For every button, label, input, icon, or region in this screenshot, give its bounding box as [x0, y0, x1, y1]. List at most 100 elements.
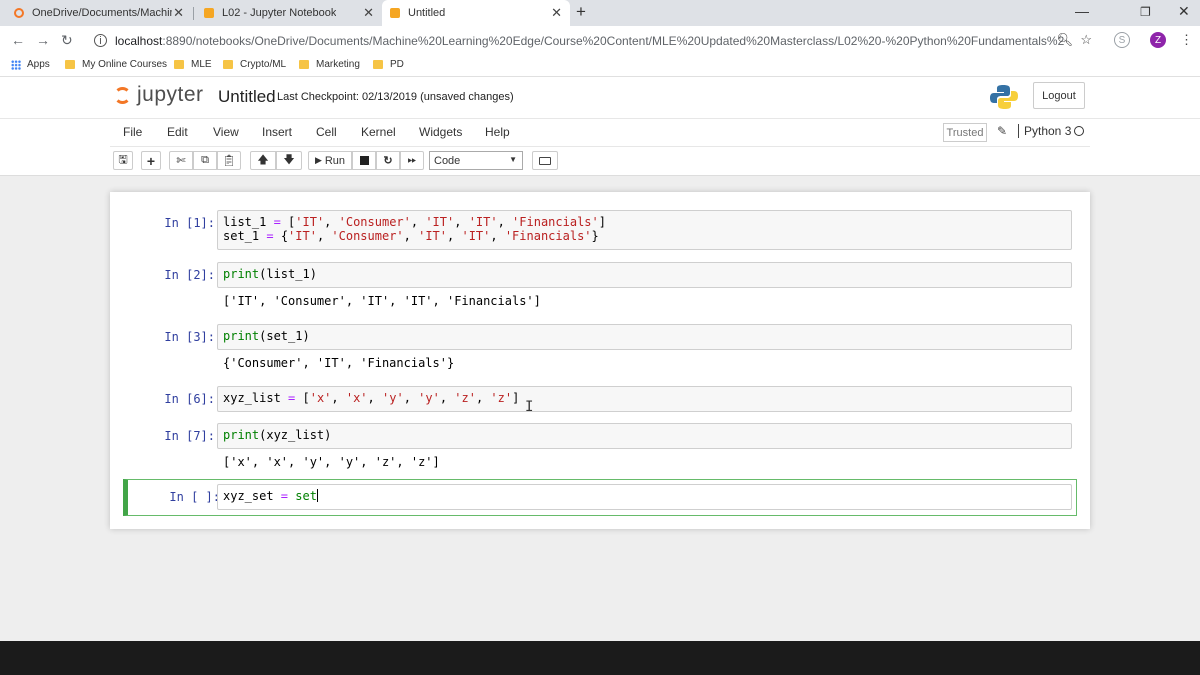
bookmark-crypto-ml[interactable]: Crypto/ML	[223, 59, 286, 70]
info-icon[interactable]: i	[94, 34, 107, 47]
chevron-down-icon: ▼	[509, 155, 517, 164]
code-cell[interactable]: In [2]: print(list_1) ['IT', 'Consumer',…	[118, 262, 1082, 312]
save-button[interactable]: 🖫	[113, 151, 133, 170]
menu-help[interactable]: Help	[485, 125, 510, 139]
zoom-icon[interactable]: 🔍︎	[1057, 32, 1074, 47]
code-cell[interactable]: In [1]: list_1 = ['IT', 'Consumer', 'IT'…	[118, 210, 1082, 250]
notebook-toolbar: 🖫 + ✄ ⧉ 📋︎ 🡅 🡇 ▶︎ Run ↻ ⏩︎	[0, 147, 1200, 176]
step-forward-icon: ▶︎	[314, 155, 322, 165]
run-button[interactable]: ▶︎ Run	[308, 151, 352, 170]
command-palette-button[interactable]	[532, 151, 558, 170]
tab-divider	[193, 7, 194, 20]
code-input-active[interactable]: xyz_set = set	[217, 484, 1072, 510]
bookmark-apps[interactable]: Apps	[11, 59, 50, 70]
jupyter-favicon-icon	[14, 8, 24, 18]
restart-button[interactable]: ↻	[376, 151, 400, 170]
menu-widgets[interactable]: Widgets	[419, 125, 462, 139]
jupyter-header: jupyter Untitled Last Checkpoint: 02/13/…	[0, 77, 1200, 118]
tab-title: OneDrive/Documents/Machine L	[32, 7, 172, 19]
input-prompt: In [1]:	[164, 216, 215, 230]
insert-cell-button[interactable]: +	[141, 151, 161, 170]
logout-button[interactable]: Logout	[1033, 82, 1085, 109]
code-input[interactable]: print(xyz_list)	[217, 423, 1072, 449]
restart-run-all-button[interactable]: ⏩︎	[400, 151, 424, 170]
bookmark-pd[interactable]: PD	[373, 59, 404, 70]
bookmark-mle[interactable]: MLE	[174, 59, 212, 70]
new-tab-button[interactable]: +	[576, 2, 586, 22]
notebook-name[interactable]: Untitled	[218, 87, 276, 107]
bookmark-marketing[interactable]: Marketing	[299, 59, 360, 70]
code-input[interactable]: xyz_list = ['x', 'x', 'y', 'y', 'z', 'z'…	[217, 386, 1072, 412]
bookmarks-bar: Apps My Online Courses MLE Crypto/ML Mar…	[0, 55, 1200, 77]
scissors-icon: ✄	[176, 155, 186, 167]
tab-l02-jupyter[interactable]: L02 - Jupyter Notebook ✕	[196, 0, 382, 26]
code-input[interactable]: list_1 = ['IT', 'Consumer', 'IT', 'IT', …	[217, 210, 1072, 250]
menu-kernel[interactable]: Kernel	[361, 125, 396, 139]
python-logo-icon	[990, 85, 1018, 109]
minimize-icon[interactable]: —	[1075, 3, 1089, 19]
tab-onedrive[interactable]: OneDrive/Documents/Machine L ✕	[6, 0, 192, 26]
menu-view[interactable]: View	[213, 125, 239, 139]
move-down-button[interactable]: 🡇	[276, 151, 302, 170]
code-input[interactable]: print(set_1)	[217, 324, 1072, 350]
close-tab-icon[interactable]: ✕	[173, 5, 184, 21]
menu-file[interactable]: File	[123, 125, 142, 139]
input-prompt: In [7]:	[164, 429, 215, 443]
browser-tab-bar: OneDrive/Documents/Machine L ✕ L02 - Jup…	[0, 0, 1200, 26]
kernel-name[interactable]: Python 3	[1018, 124, 1071, 138]
browser-menu-icon[interactable]: ⋮	[1180, 32, 1193, 48]
menu-cell[interactable]: Cell	[316, 125, 337, 139]
menu-edit[interactable]: Edit	[167, 125, 188, 139]
code-cell[interactable]: In [3]: print(set_1) {'Consumer', 'IT', …	[118, 324, 1082, 374]
url-text: localhost:8890/notebooks/OneDrive/Docume…	[115, 33, 1065, 48]
save-icon: 🖫	[118, 154, 128, 166]
code-cell[interactable]: In [6]: xyz_list = ['x', 'x', 'y', 'y', …	[118, 386, 1082, 412]
code-input[interactable]: print(list_1)	[217, 262, 1072, 288]
interrupt-button[interactable]	[352, 151, 376, 170]
input-prompt: In [ ]:	[169, 490, 220, 504]
cell-output: ['x', 'x', 'y', 'y', 'z', 'z']	[223, 455, 440, 469]
close-tab-icon[interactable]: ✕	[551, 5, 562, 21]
jupyter-logo[interactable]: jupyter	[114, 83, 204, 107]
keyboard-icon	[539, 156, 551, 165]
input-prompt: In [2]:	[164, 268, 215, 282]
trusted-indicator[interactable]: Trusted	[943, 123, 987, 142]
address-bar-row: ← → ↻ i localhost:8890/notebooks/OneDriv…	[0, 26, 1200, 55]
checkpoint-status: Last Checkpoint: 02/13/2019 (unsaved cha…	[277, 91, 514, 103]
stop-icon	[359, 156, 369, 165]
notebook-favicon-icon	[204, 8, 214, 18]
text-cursor	[316, 489, 318, 502]
profile-avatar[interactable]: Z	[1150, 32, 1166, 48]
bookmark-my-online-courses[interactable]: My Online Courses	[65, 59, 167, 70]
restore-icon[interactable]: ❐	[1140, 5, 1151, 19]
tab-title: Untitled	[408, 7, 446, 19]
cell-type-select[interactable]: Code ▼	[429, 151, 523, 170]
copy-icon: ⧉	[201, 154, 209, 166]
tab-untitled[interactable]: Untitled ✕	[382, 0, 570, 26]
reload-icon[interactable]: ↻	[61, 32, 73, 49]
notebook-favicon-icon	[390, 8, 400, 18]
url-input[interactable]: i localhost:8890/notebooks/OneDrive/Docu…	[86, 29, 1098, 52]
back-arrow-icon[interactable]: ←	[11, 32, 25, 48]
bookmark-star-icon[interactable]: ☆	[1080, 32, 1092, 47]
window-close-icon[interactable]: ✕	[1178, 3, 1190, 20]
cell-output: {'Consumer', 'IT', 'Financials'}	[223, 356, 455, 370]
edit-pencil-icon[interactable]: ✎	[997, 124, 1007, 138]
close-tab-icon[interactable]: ✕	[363, 5, 374, 21]
move-up-button[interactable]: 🡅	[250, 151, 276, 170]
extension-icon[interactable]: S	[1114, 32, 1130, 48]
tab-title: L02 - Jupyter Notebook	[222, 7, 337, 19]
cut-button[interactable]: ✄	[169, 151, 193, 170]
forward-arrow-icon[interactable]: →	[36, 32, 50, 48]
copy-button[interactable]: ⧉	[193, 151, 217, 170]
code-cell-selected[interactable]: In [ ]: xyz_set = set	[123, 479, 1077, 516]
menu-insert[interactable]: Insert	[262, 125, 292, 139]
code-cell[interactable]: In [7]: print(xyz_list) ['x', 'x', 'y', …	[118, 423, 1082, 473]
mouse-ibeam-cursor-icon: I	[525, 399, 534, 415]
paste-button[interactable]: 📋︎	[217, 151, 241, 170]
notebook-container: In [1]: list_1 = ['IT', 'Consumer', 'IT'…	[110, 192, 1090, 529]
input-prompt: In [3]:	[164, 330, 215, 344]
apps-grid-icon	[11, 59, 21, 70]
folder-icon	[174, 60, 184, 69]
arrow-down-icon: 🡇	[283, 154, 295, 166]
